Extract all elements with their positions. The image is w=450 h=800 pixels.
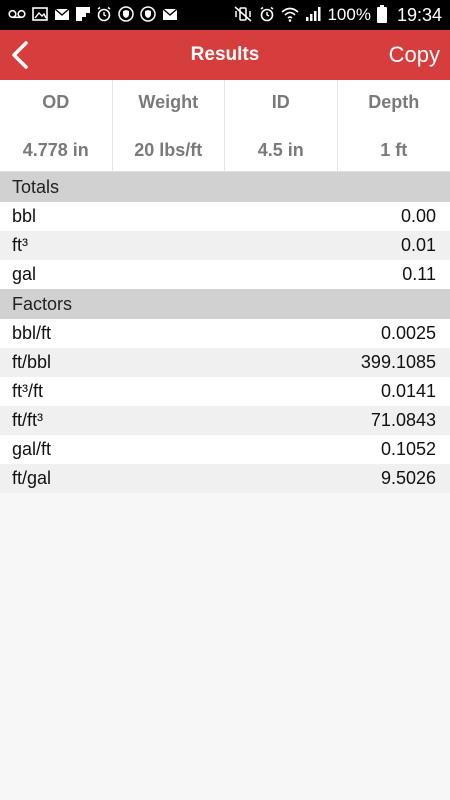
voicemail-icon [8,7,26,23]
row-unit: bbl [12,206,37,226]
status-right-icons: 100% 19:34 [233,5,442,26]
signal-icon [305,6,321,24]
status-left-icons [8,6,178,24]
row-unit: ft/gal [12,468,52,488]
summary-value: 20 lbs/ft [134,140,203,160]
email-icon [54,7,70,23]
wifi-icon [281,6,299,24]
alarm-icon [96,6,112,24]
row-unit: ft/bbl [12,352,52,372]
page-title: Results [190,44,260,65]
factors-row: ft³/ft 0.0141 [0,377,450,406]
row-value: 0.11 [402,264,436,284]
summary-label: Weight [138,92,199,112]
summary-weight: Weight 20 lbs/ft [113,80,225,171]
image-icon [32,7,48,23]
row-unit: ft/ft³ [12,410,43,430]
summary-label: OD [42,92,70,112]
status-bar: 100% 19:34 [0,0,450,30]
row-value: 0.1052 [380,439,436,459]
battery-percentage: 100% [327,5,371,24]
totals-header: Totals [0,172,450,202]
factors-row: gal/ft 0.1052 [0,435,450,464]
factors-row: ft/ft³ 71.0843 [0,406,450,435]
factors-row: bbl/ft 0.0025 [0,319,450,348]
flipboard-icon [76,7,90,23]
factors-header: Factors [0,289,450,319]
row-unit: ft³ [12,235,28,255]
row-value: 71.0843 [370,410,436,430]
back-button[interactable] [10,35,40,75]
status-time: 19:34 [396,4,442,25]
row-value: 9.5026 [380,468,436,488]
summary-value: 4.778 in [22,140,89,160]
row-value: 0.0141 [380,381,436,401]
summary-depth: Depth 1 ft [338,80,450,171]
row-value: 0.01 [400,235,436,255]
row-value: 399.1085 [360,352,436,372]
app-bar: Results Copy [0,30,450,80]
battery-icon [376,5,387,25]
mute-vibrate-icon [233,6,253,24]
totals-row: ft³ 0.01 [0,231,450,260]
summary-label: Depth [368,92,420,112]
summary-label: ID [271,92,290,112]
vpn-shield-icon [140,6,156,24]
row-unit: ft³/ft [12,381,43,401]
row-value: 0.0025 [380,323,436,343]
input-summary: OD 4.778 in Weight 20 lbs/ft ID 4.5 in D… [0,80,450,172]
chevron-left-icon [12,41,28,69]
totals-row: bbl 0.00 [0,202,450,231]
factors-row: ft/bbl 399.1085 [0,348,450,377]
vpn-shield-icon [118,6,134,24]
row-unit: gal/ft [12,439,52,459]
row-unit: gal [12,264,37,284]
summary-value: 1 ft [380,140,408,160]
totals-row: gal 0.11 [0,260,450,289]
row-unit: bbl/ft [12,323,52,343]
email-icon [162,7,178,23]
factors-row: ft/gal 9.5026 [0,464,450,493]
summary-id: ID 4.5 in [225,80,338,171]
summary-od: OD 4.778 in [0,80,113,171]
summary-value: 4.5 in [257,140,304,160]
row-value: 0.00 [400,206,436,226]
alarm-icon [259,6,275,24]
copy-button[interactable]: Copy [389,42,440,68]
